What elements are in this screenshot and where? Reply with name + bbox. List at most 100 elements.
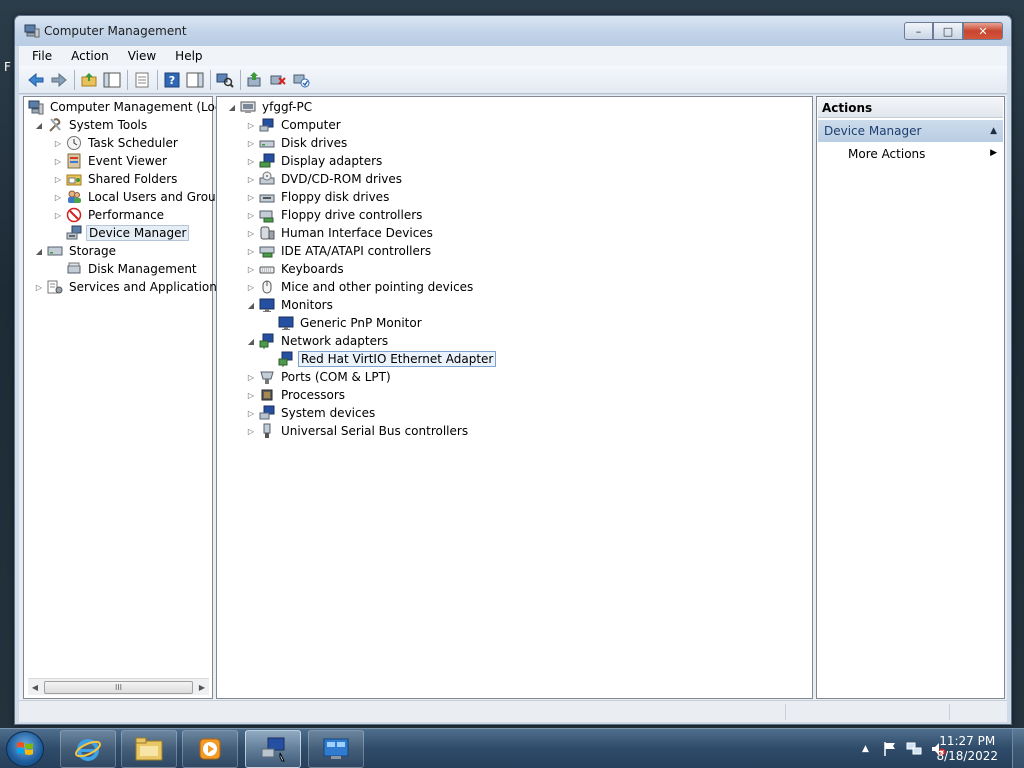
console-tree-item-disk-management[interactable]: Disk Management xyxy=(53,260,199,278)
device-tree-item-universal-serial-bus-controllers[interactable]: ▷ Universal Serial Bus controllers xyxy=(246,422,470,440)
tree-item-label: Storage xyxy=(69,244,116,258)
scroll-left-arrow[interactable]: ◀ xyxy=(28,683,42,692)
more-actions-item[interactable]: More Actions ▶ xyxy=(818,144,1003,164)
minimize-button[interactable]: – xyxy=(904,22,933,40)
expand-arrow-icon[interactable]: ▷ xyxy=(246,390,256,400)
scan-hardware-button[interactable] xyxy=(214,69,236,91)
device-tree-item-keyboards[interactable]: ▷ Keyboards xyxy=(246,260,346,278)
collapse-up-icon[interactable]: ▲ xyxy=(990,126,997,136)
start-button[interactable] xyxy=(6,731,44,767)
console-tree-item-storage[interactable]: ◢ Storage xyxy=(34,242,118,260)
enable-device-button[interactable] xyxy=(290,69,312,91)
device-tree-item-network-adapters[interactable]: ◢ Network adapters xyxy=(246,332,390,350)
device-tree-item-ide-ata-atapi-controllers[interactable]: ▷ IDE ATA/ATAPI controllers xyxy=(246,242,433,260)
action-center-flag-icon[interactable] xyxy=(882,741,898,757)
device-tree-item-computer[interactable]: ▷ Computer xyxy=(246,116,343,134)
device-tree-item-display-adapters[interactable]: ▷ Display adapters xyxy=(246,152,384,170)
clock-time: 11:27 PM xyxy=(939,734,996,748)
show-desktop-button[interactable] xyxy=(1012,729,1024,768)
collapse-arrow-icon[interactable]: ◢ xyxy=(34,246,44,256)
expand-arrow-icon[interactable]: ▷ xyxy=(34,282,44,292)
taskbar-media-player[interactable] xyxy=(182,730,238,768)
network-adapter-icon xyxy=(259,333,275,349)
device-tree-item-dvd-cd-rom-drives[interactable]: ▷ DVD/CD-ROM drives xyxy=(246,170,404,188)
expand-arrow-icon[interactable]: ▷ xyxy=(246,138,256,148)
expand-arrow-icon[interactable]: ▷ xyxy=(246,174,256,184)
network-icon[interactable] xyxy=(906,741,922,757)
console-tree-item-performance[interactable]: ▷ Performance xyxy=(53,206,166,224)
taskbar-control-panel[interactable] xyxy=(308,730,364,768)
collapse-arrow-icon[interactable]: ◢ xyxy=(246,300,256,310)
back-button[interactable] xyxy=(25,69,47,91)
menu-action[interactable]: Action xyxy=(59,49,116,63)
show-hidden-icons-icon[interactable]: ▲ xyxy=(862,744,878,760)
console-tree-item-local-users-and-groups[interactable]: ▷ Local Users and Groups xyxy=(53,188,232,206)
forward-button[interactable] xyxy=(48,69,70,91)
taskbar-internet-explorer[interactable] xyxy=(60,730,116,768)
horizontal-scrollbar[interactable]: ◀ III ▶ xyxy=(28,678,209,695)
scroll-right-arrow[interactable]: ▶ xyxy=(195,683,209,692)
expand-arrow-icon[interactable]: ▷ xyxy=(246,426,256,436)
maximize-button[interactable]: □ xyxy=(933,22,963,40)
expand-arrow-icon[interactable]: ▷ xyxy=(246,210,256,220)
console-tree-item-services-and-applications[interactable]: ▷ Services and Applications xyxy=(34,278,225,296)
show-hide-tree-button[interactable] xyxy=(101,69,123,91)
scroll-thumb[interactable]: III xyxy=(44,680,193,694)
device-tree-item-monitors[interactable]: ◢ Monitors xyxy=(246,296,335,314)
expand-arrow-icon[interactable]: ▷ xyxy=(246,246,256,256)
device-tree-item-disk-drives[interactable]: ▷ Disk drives xyxy=(246,134,349,152)
device-tree-item-floppy-drive-controllers[interactable]: ▷ Floppy drive controllers xyxy=(246,206,424,224)
uninstall-button[interactable] xyxy=(267,69,289,91)
expand-arrow-icon[interactable]: ▷ xyxy=(53,138,63,148)
collapse-arrow-icon[interactable]: ◢ xyxy=(227,102,237,112)
taskbar: ▲ 11:27 PM 8/18/2022 xyxy=(0,728,1024,768)
expand-arrow-icon[interactable]: ▷ xyxy=(246,156,256,166)
taskbar-computer-management[interactable] xyxy=(245,730,301,768)
console-tree-item-shared-folders[interactable]: ▷ Shared Folders xyxy=(53,170,179,188)
taskbar-file-explorer[interactable] xyxy=(121,730,177,768)
menu-help[interactable]: Help xyxy=(163,49,209,63)
close-button[interactable]: ✕ xyxy=(963,22,1003,40)
expand-arrow-icon[interactable]: ▷ xyxy=(246,264,256,274)
menu-file[interactable]: File xyxy=(19,49,59,63)
expand-arrow-icon[interactable]: ▷ xyxy=(246,408,256,418)
console-tree-item-event-viewer[interactable]: ▷ Event Viewer xyxy=(53,152,169,170)
collapse-arrow-icon[interactable]: ◢ xyxy=(246,336,256,346)
device-tree-item-processors[interactable]: ▷ Processors xyxy=(246,386,347,404)
device-tree-item-mice-and-other-pointing-devices[interactable]: ▷ Mice and other pointing devices xyxy=(246,278,475,296)
tree-item-label: Keyboards xyxy=(281,262,344,276)
expand-arrow-icon[interactable]: ▷ xyxy=(246,372,256,382)
device-tree-item-generic-pnp-monitor[interactable]: Generic PnP Monitor xyxy=(265,314,424,332)
expand-arrow-icon[interactable]: ▷ xyxy=(53,156,63,166)
tree-item-label: DVD/CD-ROM drives xyxy=(281,172,403,186)
device-tree-item-yfggf-pc[interactable]: ◢ yfggf-PC xyxy=(227,98,314,116)
expand-arrow-icon[interactable]: ▷ xyxy=(246,120,256,130)
help-button[interactable]: ? xyxy=(161,69,183,91)
device-tree-item-human-interface-devices[interactable]: ▷ Human Interface Devices xyxy=(246,224,435,242)
device-tree-item-red-hat-virtio-ethernet-adapter[interactable]: Red Hat VirtIO Ethernet Adapter xyxy=(265,350,497,368)
show-hide-action-pane-button[interactable] xyxy=(184,69,206,91)
device-tree-item-system-devices[interactable]: ▷ System devices xyxy=(246,404,377,422)
expand-arrow-icon[interactable]: ▷ xyxy=(53,192,63,202)
expand-arrow-icon[interactable]: ▷ xyxy=(53,210,63,220)
console-tree-item-system-tools[interactable]: ◢ System Tools xyxy=(34,116,149,134)
device-tree-item-ports-com-lpt[interactable]: ▷ Ports (COM & LPT) xyxy=(246,368,393,386)
expand-arrow-icon[interactable]: ▷ xyxy=(53,174,63,184)
expand-arrow-icon[interactable]: ▷ xyxy=(246,282,256,292)
title-bar[interactable]: Computer Management – □ ✕ xyxy=(15,16,1011,46)
up-level-button[interactable] xyxy=(78,69,100,91)
collapse-arrow-icon[interactable]: ◢ xyxy=(34,120,44,130)
console-tree-item-task-scheduler[interactable]: ▷ Task Scheduler xyxy=(53,134,180,152)
system-clock[interactable]: 11:27 PM 8/18/2022 xyxy=(936,734,998,764)
expand-arrow-icon[interactable]: ▷ xyxy=(246,228,256,238)
menu-bar: File Action View Help xyxy=(19,46,1007,66)
update-driver-button[interactable] xyxy=(244,69,266,91)
expand-arrow-icon[interactable]: ▷ xyxy=(246,192,256,202)
properties-button[interactable] xyxy=(131,69,153,91)
console-tree-item-device-manager[interactable]: Device Manager xyxy=(53,224,190,242)
console-tree-item-computer-management-local[interactable]: Computer Management (Local xyxy=(15,98,234,116)
menu-view[interactable]: View xyxy=(116,49,163,63)
device-tree-item-floppy-disk-drives[interactable]: ▷ Floppy disk drives xyxy=(246,188,391,206)
actions-section-device-manager[interactable]: Device Manager ▲ xyxy=(818,120,1003,142)
